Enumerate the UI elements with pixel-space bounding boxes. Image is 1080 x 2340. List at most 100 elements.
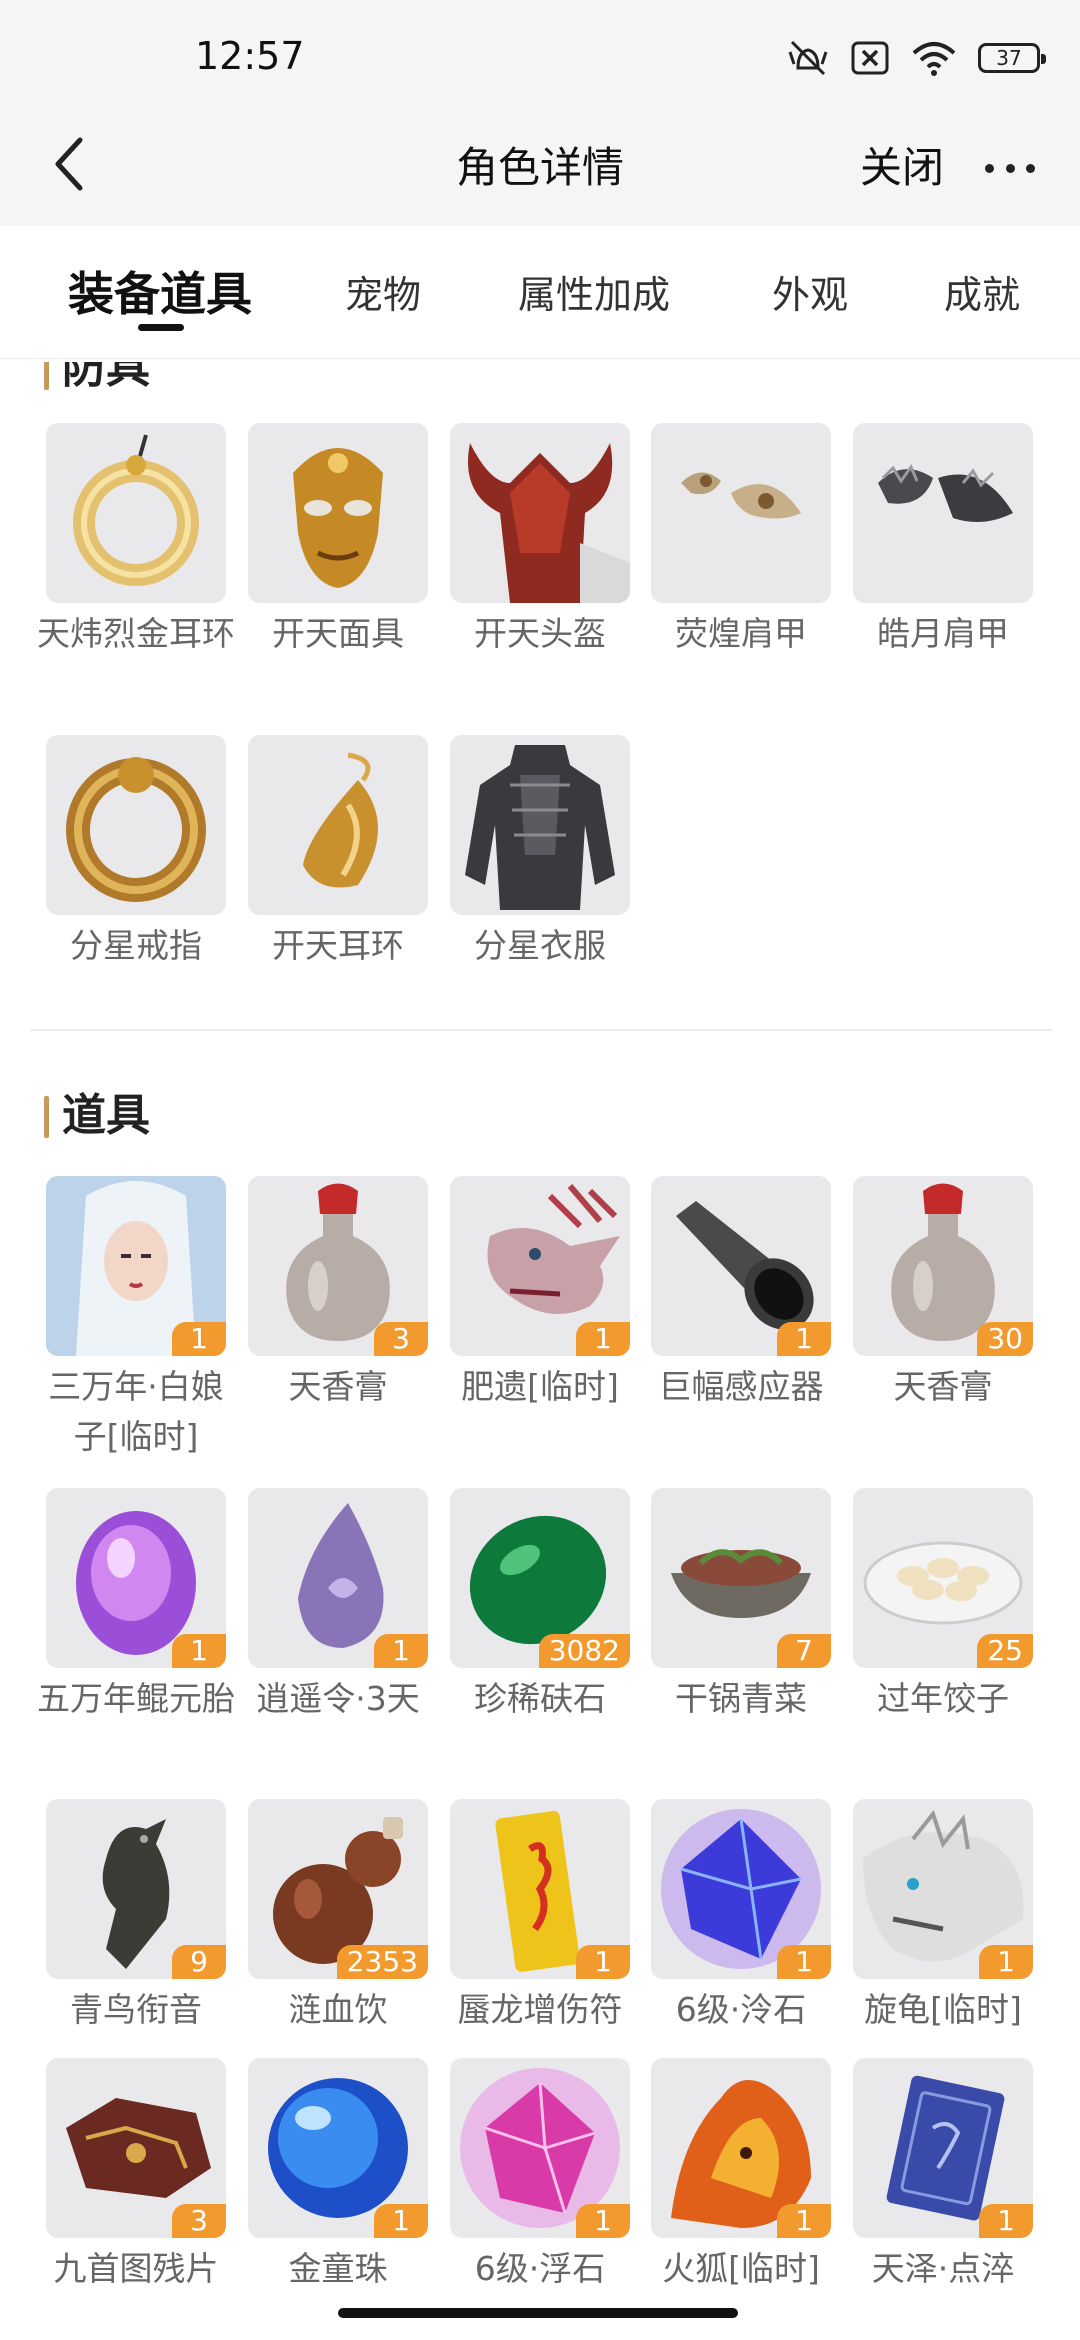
inventory-item[interactable]: 3 九首图残片 bbox=[46, 2058, 226, 2294]
item-name: 开天耳环 bbox=[272, 926, 404, 965]
item-name: 五万年鲲元胎 bbox=[37, 1679, 235, 1718]
potion-bottle-icon: 30 bbox=[853, 1176, 1033, 1356]
inventory-item[interactable]: 25 过年饺子 bbox=[853, 1488, 1033, 1724]
item-name: 旋龟[临时] bbox=[864, 1990, 1022, 2029]
more-dot-icon bbox=[985, 163, 994, 173]
armor-item[interactable]: 开天耳环 bbox=[248, 735, 428, 971]
map-fragment-icon: 3 bbox=[46, 2058, 226, 2238]
white-lady-portrait-icon: 1 bbox=[46, 1176, 226, 1356]
no-sim-icon bbox=[851, 41, 889, 75]
count-badge: 1 bbox=[374, 1634, 428, 1668]
armor-item[interactable]: 开天头盔 bbox=[450, 423, 630, 659]
purple-egg-icon: 1 bbox=[46, 1488, 226, 1668]
count-badge: 30 bbox=[977, 1322, 1033, 1356]
tab-equipment[interactable]: 装备道具 bbox=[68, 258, 252, 324]
gold-earring-icon bbox=[248, 735, 428, 915]
battery-icon: 37 bbox=[978, 43, 1046, 73]
more-options-button[interactable] bbox=[985, 150, 1035, 186]
food-bowl-icon: 7 bbox=[651, 1488, 831, 1668]
vibrate-mute-icon bbox=[788, 40, 828, 76]
items-section-title: 道具 bbox=[44, 1088, 150, 1144]
home-indicator[interactable] bbox=[338, 2308, 738, 2318]
nav-bar: 角色详情 关闭 bbox=[0, 110, 1080, 226]
tab-attributes[interactable]: 属性加成 bbox=[518, 264, 670, 319]
inventory-item[interactable]: 1 金童珠 bbox=[248, 2058, 428, 2294]
status-time: 12:57 bbox=[195, 34, 305, 78]
item-name: 火狐[临时] bbox=[662, 2249, 820, 2288]
count-badge: 1 bbox=[576, 1322, 630, 1356]
item-name: 九首图残片 bbox=[53, 2249, 219, 2288]
inventory-item[interactable]: 1 蜃龙增伤符 bbox=[450, 1799, 630, 2035]
count-badge: 3082 bbox=[538, 1634, 630, 1668]
item-name: 6级·泠石 bbox=[675, 1990, 807, 2029]
gold-ring-earring-icon bbox=[46, 423, 226, 603]
dragon-head-icon: 1 bbox=[450, 1176, 630, 1356]
armor-item[interactable]: 开天面具 bbox=[248, 423, 428, 659]
status-bar: 12:57 37 bbox=[0, 0, 1080, 110]
count-badge: 1 bbox=[576, 1945, 630, 1979]
item-name: 肥遗[临时] bbox=[461, 1367, 619, 1406]
count-badge: 1 bbox=[979, 2204, 1033, 2238]
count-badge: 25 bbox=[977, 1634, 1033, 1668]
item-name: 三万年·白娘子[临时] bbox=[48, 1367, 224, 1456]
count-badge: 1 bbox=[777, 2204, 831, 2238]
armor-item[interactable]: 分星衣服 bbox=[450, 735, 630, 971]
item-name: 分星戒指 bbox=[70, 926, 202, 965]
item-name: 青鸟衔音 bbox=[70, 1990, 202, 2029]
item-name: 天泽·点淬 bbox=[871, 2249, 1015, 2288]
armor-item[interactable]: 天炜烈金耳环 bbox=[37, 423, 235, 659]
inventory-item[interactable]: 30 天香膏 bbox=[853, 1176, 1033, 1412]
count-badge: 7 bbox=[777, 1634, 831, 1668]
count-badge: 3 bbox=[374, 1322, 428, 1356]
count-badge: 2353 bbox=[336, 1945, 428, 1979]
armor-item[interactable]: 分星戒指 bbox=[46, 735, 226, 971]
wifi-icon bbox=[912, 42, 956, 76]
white-beast-icon: 1 bbox=[853, 1799, 1033, 1979]
item-name: 过年饺子 bbox=[877, 1679, 1009, 1718]
inventory-item[interactable]: 1 五万年鲲元胎 bbox=[37, 1488, 235, 1724]
inventory-item[interactable]: 1 6级·泠石 bbox=[651, 1799, 831, 2035]
count-badge: 1 bbox=[777, 1945, 831, 1979]
inventory-item[interactable]: 3 天香膏 bbox=[248, 1176, 428, 1412]
blue-book-icon: 1 bbox=[853, 2058, 1033, 2238]
inventory-item[interactable]: 1 三万年·白娘子[临时] bbox=[46, 1176, 226, 1462]
tab-bar: 装备道具 宠物 属性加成 外观 成就 bbox=[0, 226, 1080, 359]
count-badge: 1 bbox=[576, 2204, 630, 2238]
armor-item[interactable]: 荧煌肩甲 bbox=[651, 423, 831, 659]
close-button[interactable]: 关闭 bbox=[860, 110, 944, 226]
blue-orb-icon: 1 bbox=[248, 2058, 428, 2238]
tab-pets[interactable]: 宠物 bbox=[345, 264, 421, 319]
inventory-item[interactable]: 1 火狐[临时] bbox=[651, 2058, 831, 2294]
gourd-icon: 2353 bbox=[248, 1799, 428, 1979]
tab-appearance[interactable]: 外观 bbox=[772, 264, 848, 319]
gold-ring-icon bbox=[46, 735, 226, 915]
red-horned-helmet-icon bbox=[450, 423, 630, 603]
inventory-item[interactable]: 1 旋龟[临时] bbox=[853, 1799, 1033, 2035]
item-name: 逍遥令·3天 bbox=[256, 1679, 420, 1718]
armor-item[interactable]: 皓月肩甲 bbox=[853, 423, 1033, 659]
yellow-talisman-icon: 1 bbox=[450, 1799, 630, 1979]
dark-shoulder-armor-icon bbox=[853, 423, 1033, 603]
inventory-item[interactable]: 1 肥遗[临时] bbox=[450, 1176, 630, 1412]
more-dot-icon bbox=[1026, 163, 1035, 173]
back-button[interactable] bbox=[50, 124, 110, 204]
inventory-item[interactable]: 1 巨幅感应器 bbox=[651, 1176, 831, 1412]
count-badge: 1 bbox=[979, 1945, 1033, 1979]
item-name: 干锅青菜 bbox=[675, 1679, 807, 1718]
count-badge: 1 bbox=[172, 1322, 226, 1356]
inventory-item[interactable]: 1 6级·浮石 bbox=[450, 2058, 630, 2294]
item-name: 开天头盔 bbox=[474, 614, 606, 653]
count-badge: 3 bbox=[172, 2204, 226, 2238]
item-name: 天香膏 bbox=[288, 1367, 388, 1406]
inventory-item[interactable]: 1 天泽·点淬 bbox=[853, 2058, 1033, 2294]
tab-achievements[interactable]: 成就 bbox=[944, 264, 1020, 319]
item-name: 天炜烈金耳环 bbox=[37, 614, 235, 653]
inventory-item[interactable]: 7 干锅青菜 bbox=[651, 1488, 831, 1724]
item-name: 珍稀砆石 bbox=[474, 1679, 606, 1718]
inventory-item[interactable]: 1 逍遥令·3天 bbox=[248, 1488, 428, 1724]
blue-crystal-icon: 1 bbox=[651, 1799, 831, 1979]
inventory-item[interactable]: 2353 涟血饮 bbox=[248, 1799, 428, 2035]
count-badge: 1 bbox=[172, 1634, 226, 1668]
inventory-item[interactable]: 3082 珍稀砆石 bbox=[450, 1488, 630, 1724]
inventory-item[interactable]: 9 青鸟衔音 bbox=[46, 1799, 226, 2035]
